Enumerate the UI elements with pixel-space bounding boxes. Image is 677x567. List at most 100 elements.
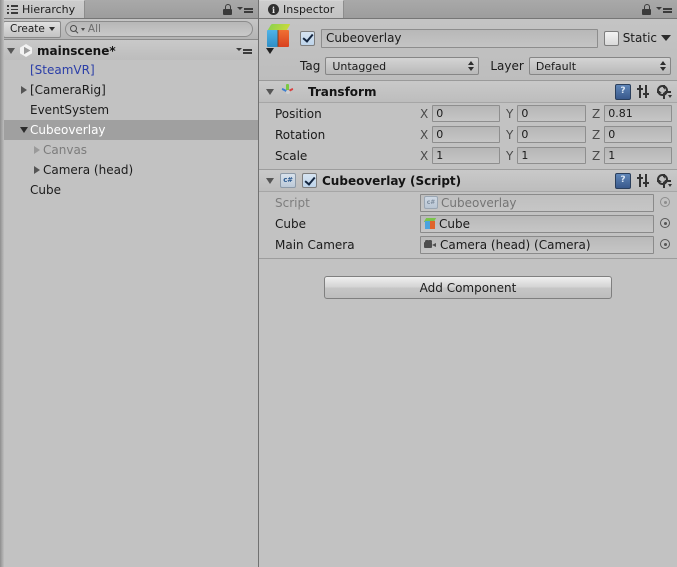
cube-object-picker-icon[interactable] — [659, 217, 672, 230]
scale-y-input[interactable]: 1 — [517, 147, 586, 164]
csharp-script-icon: c# — [280, 173, 296, 188]
script-enabled-checkbox[interactable] — [302, 173, 317, 188]
help-icon[interactable]: ? — [615, 83, 631, 100]
hierarchy-item-camerarig[interactable]: [CameraRig] — [0, 80, 258, 100]
main-camera-object-picker-icon[interactable] — [659, 238, 672, 251]
script-object-picker-icon — [659, 196, 672, 209]
layer-label: Layer — [490, 59, 524, 73]
rotation-y-input[interactable]: 0 — [517, 126, 586, 143]
rotation-z-value: 0 — [608, 128, 616, 141]
lock-icon[interactable] — [223, 3, 232, 15]
scene-row[interactable]: mainscene* — [0, 40, 258, 62]
script-object-field: c# Cubeoverlay — [420, 193, 654, 212]
unity-scene-icon — [19, 44, 33, 58]
lock-icon[interactable] — [642, 3, 651, 15]
gear-icon[interactable] — [657, 85, 672, 99]
layer-dropdown[interactable]: Default — [528, 57, 671, 75]
axis-y-label: Y — [506, 148, 514, 163]
gameobject-header: Cubeoverlay Static Tag Untagged Layer De… — [259, 19, 677, 81]
csharp-icon-label: c# — [283, 176, 293, 184]
component-transform-header[interactable]: Transform ? — [259, 81, 677, 103]
position-y-input[interactable]: 0 — [517, 105, 586, 122]
create-button[interactable]: Create — [3, 20, 61, 38]
chevron-right-icon[interactable] — [17, 86, 30, 94]
hierarchy-search-input[interactable]: All — [64, 21, 253, 37]
transform-scale-row: Scale X 1 Y 1 Z 1 — [259, 145, 677, 166]
chevron-right-icon[interactable] — [30, 166, 43, 174]
add-component-button[interactable]: Add Component — [324, 276, 612, 299]
gear-icon[interactable] — [657, 174, 672, 188]
chevron-down-icon[interactable] — [17, 127, 30, 133]
chevron-down-icon[interactable] — [263, 88, 276, 95]
script-label: Script — [275, 195, 310, 210]
static-label: Static — [622, 31, 657, 45]
rotation-label: Rotation — [275, 127, 326, 142]
hierarchy-item-camera-head[interactable]: Camera (head) — [0, 160, 258, 180]
position-y-value: 0 — [521, 107, 529, 120]
gameobject-enabled-checkbox[interactable] — [300, 30, 315, 46]
gameobject-name-input[interactable]: Cubeoverlay — [321, 28, 598, 48]
tag-dropdown[interactable]: Untagged — [325, 57, 480, 75]
options-menu-icon[interactable] — [656, 4, 672, 15]
cube-label: Cube — [275, 216, 306, 231]
cube-object-icon — [423, 217, 437, 230]
rotation-z-input[interactable]: 0 — [604, 126, 672, 143]
scale-label: Scale — [275, 148, 308, 163]
position-z-input[interactable]: 0.81 — [604, 105, 672, 122]
tab-inspector-label: Inspector — [283, 3, 335, 16]
chevron-down-icon[interactable] — [263, 177, 276, 184]
hierarchy-item-label: Camera (head) — [43, 163, 134, 177]
preset-icon[interactable] — [637, 174, 651, 187]
scene-options-icon[interactable] — [236, 45, 252, 56]
static-dropdown-icon[interactable] — [661, 35, 671, 41]
hierarchy-item-label: Cube — [30, 183, 61, 197]
search-placeholder-label: All — [87, 23, 101, 35]
scale-z-value: 1 — [608, 149, 616, 162]
hierarchy-item-cubeoverlay[interactable]: Cubeoverlay — [0, 120, 258, 140]
hierarchy-item-steamvr[interactable]: [SteamVR] — [0, 60, 258, 80]
info-icon: i — [268, 4, 279, 15]
hierarchy-item-label: Canvas — [43, 143, 88, 157]
component-cubeoverlay-script: c# Cubeoverlay (Script) ? Script c# Cube… — [259, 170, 677, 259]
component-script-header[interactable]: c# Cubeoverlay (Script) ? — [259, 170, 677, 192]
inspector-panel: i Inspector Cubeoverlay Static Tag Untag… — [259, 0, 677, 567]
tab-hierarchy[interactable]: Hierarchy — [0, 0, 86, 18]
axis-x-label: X — [420, 127, 429, 142]
axis-x-label: X — [420, 148, 429, 163]
transform-rotation-row: Rotation X 0 Y 0 Z 0 — [259, 124, 677, 145]
static-checkbox[interactable] — [603, 30, 619, 46]
axis-y-label: Y — [506, 127, 514, 142]
main-camera-field-row: Main Camera Camera (head) (Camera) — [259, 234, 677, 255]
hierarchy-item-eventsystem[interactable]: EventSystem — [0, 100, 258, 120]
hierarchy-item-canvas[interactable]: Canvas — [0, 140, 258, 160]
position-label: Position — [275, 106, 322, 121]
gameobject-cube-icon[interactable] — [264, 23, 294, 54]
cube-object-field[interactable]: Cube — [420, 214, 654, 233]
cube-field-row: Cube Cube — [259, 213, 677, 234]
script-object-value: Cubeoverlay — [441, 195, 517, 210]
hierarchy-tree: [SteamVR] [CameraRig] EventSystem Cubeov… — [0, 60, 258, 567]
axis-z-label: Z — [592, 106, 601, 121]
options-menu-icon[interactable] — [237, 4, 253, 15]
hierarchy-item-label: [CameraRig] — [30, 83, 106, 97]
scale-z-input[interactable]: 1 — [604, 147, 672, 164]
hierarchy-item-cube[interactable]: Cube — [0, 180, 258, 200]
hierarchy-item-label: Cubeoverlay — [30, 123, 106, 137]
panel-left-edge — [0, 0, 4, 567]
cube-object-value: Cube — [439, 216, 470, 231]
axis-y-label: Y — [506, 106, 514, 121]
tab-inspector[interactable]: i Inspector — [259, 0, 345, 18]
scale-x-input[interactable]: 1 — [432, 147, 500, 164]
hierarchy-tabstrip: Hierarchy — [0, 0, 258, 19]
chevron-right-icon[interactable] — [30, 146, 43, 154]
unity-editor-window: Hierarchy Create All mainscene* [SteamVR… — [0, 0, 677, 567]
hierarchy-item-label: EventSystem — [30, 103, 110, 117]
rotation-x-input[interactable]: 0 — [432, 126, 500, 143]
chevron-down-icon[interactable] — [7, 47, 15, 54]
help-icon[interactable]: ? — [615, 172, 631, 189]
main-camera-object-field[interactable]: Camera (head) (Camera) — [420, 235, 654, 254]
preset-icon[interactable] — [637, 85, 651, 98]
camera-object-icon — [424, 239, 437, 250]
axis-z-label: Z — [592, 127, 601, 142]
position-x-input[interactable]: 0 — [432, 105, 500, 122]
